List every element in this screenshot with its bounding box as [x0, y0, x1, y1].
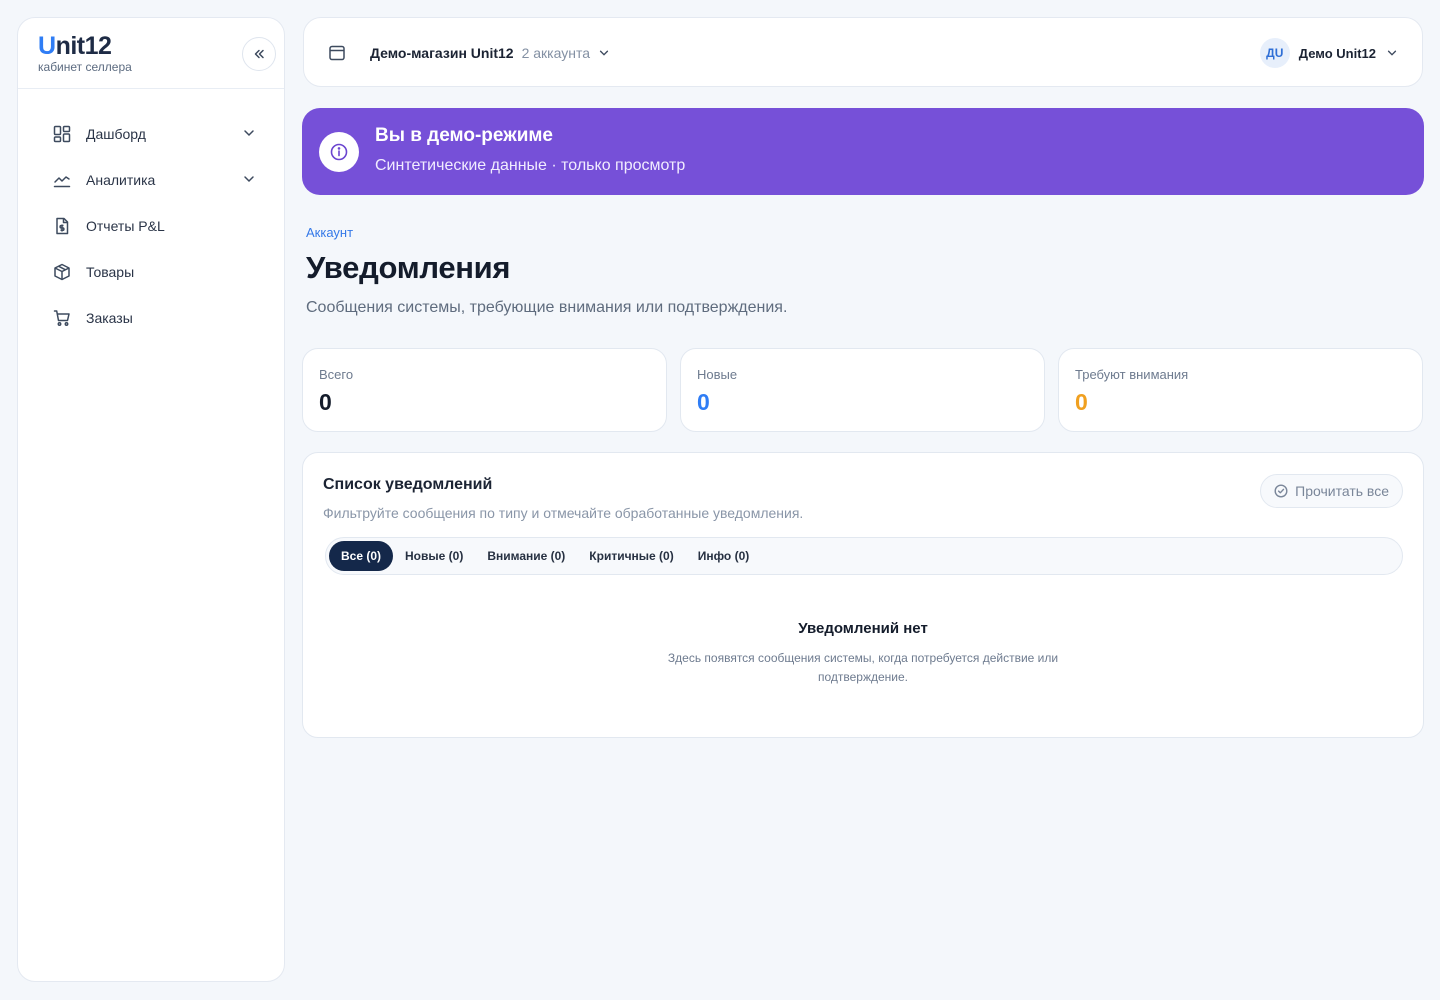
sidebar-item-label: Заказы — [86, 310, 133, 326]
user-name: Демо Unit12 — [1298, 45, 1376, 61]
stat-value: 0 — [1075, 389, 1088, 415]
sidebar: Unit12 кабинет селлера Дашборд Аналитика… — [17, 17, 285, 982]
tab-info[interactable]: Инфо (0) — [686, 541, 762, 571]
sidebar-nav: Дашборд Аналитика Отчеты P&L Товары Зака… — [18, 111, 284, 341]
user-menu[interactable]: ДU Демо Unit12 — [1259, 38, 1398, 68]
read-all-button[interactable]: Прочитать все — [1260, 474, 1403, 508]
sidebar-item-label: Дашборд — [86, 126, 146, 142]
brand-subtitle: кабинет селлера — [38, 60, 132, 74]
page-title: Уведомления — [306, 250, 511, 285]
calendar-icon — [329, 45, 345, 61]
sidebar-item-dashboard[interactable]: Дашборд — [18, 111, 284, 157]
dashboard-icon — [52, 124, 72, 144]
stat-label: Новые — [697, 367, 738, 382]
notifications-title: Список уведомлений — [323, 476, 493, 493]
stat-card-attention: Требуют внимания 0 — [1058, 348, 1423, 432]
tab-attention[interactable]: Внимание (0) — [475, 541, 577, 571]
notification-filter-tabs: Все (0) Новые (0) Внимание (0) Критичные… — [325, 537, 1403, 575]
stat-card-new: Новые 0 — [680, 348, 1045, 432]
demo-banner-subtitle: Синтетические данные · только просмотр — [375, 157, 686, 174]
info-icon — [319, 132, 359, 172]
chevron-down-icon — [244, 176, 254, 183]
sidebar-item-label: Отчеты P&L — [86, 218, 165, 234]
logo: Unit12 — [38, 32, 112, 60]
chevron-down-icon — [1387, 50, 1397, 56]
demo-mode-banner: Вы в демо-режиме Синтетические данные · … — [302, 108, 1424, 195]
empty-state-title: Уведомлений нет — [798, 620, 928, 637]
box-icon — [52, 262, 72, 282]
chevron-down-icon — [244, 130, 254, 137]
store-selector[interactable]: Демо-магазин Unit12 2 аккаунта — [328, 44, 610, 62]
cart-icon — [52, 308, 72, 328]
topbar: Демо-магазин Unit12 2 аккаунта ДU Демо U… — [303, 17, 1423, 87]
accounts-count: 2 аккаунта — [521, 45, 590, 61]
sidebar-divider — [18, 88, 284, 89]
file-dollar-icon — [52, 216, 72, 236]
sidebar-item-products[interactable]: Товары — [18, 249, 284, 295]
stat-label: Требуют внимания — [1075, 367, 1189, 382]
page-subtitle: Сообщения системы, требующие внимания ил… — [306, 299, 788, 316]
chart-line-icon — [52, 170, 72, 190]
check-circle-icon — [1274, 484, 1288, 498]
notifications-card: Список уведомлений Фильтруйте сообщения … — [302, 452, 1424, 738]
demo-banner-title: Вы в демо-режиме — [375, 125, 553, 146]
avatar: ДU — [1259, 38, 1290, 68]
brand[interactable]: Unit12 кабинет селлера — [38, 32, 132, 74]
sidebar-item-analytics[interactable]: Аналитика — [18, 157, 284, 203]
stat-value: 0 — [697, 389, 710, 415]
stat-label: Всего — [319, 367, 354, 382]
breadcrumb[interactable]: Аккаунт — [306, 225, 353, 240]
stat-value: 0 — [319, 389, 332, 415]
notifications-subtitle: Фильтруйте сообщения по типу и отмечайте… — [323, 505, 804, 521]
sidebar-item-orders[interactable]: Заказы — [18, 295, 284, 341]
stat-card-total: Всего 0 — [302, 348, 667, 432]
tab-new[interactable]: Новые (0) — [393, 541, 475, 571]
sidebar-item-label: Товары — [86, 264, 135, 280]
read-all-label: Прочитать все — [1295, 483, 1389, 499]
sidebar-item-pl-reports[interactable]: Отчеты P&L — [18, 203, 284, 249]
sidebar-item-label: Аналитика — [86, 172, 156, 188]
collapse-sidebar-button[interactable] — [242, 37, 276, 71]
tab-all[interactable]: Все (0) — [329, 541, 394, 571]
chevrons-left-icon — [254, 49, 264, 59]
store-name: Демо-магазин Unit12 — [370, 45, 514, 61]
chevron-down-icon — [599, 50, 609, 56]
tab-critical[interactable]: Критичные (0) — [577, 541, 685, 571]
empty-state-subtitle: Здесь появятся сообщения системы, когда … — [667, 651, 1059, 684]
